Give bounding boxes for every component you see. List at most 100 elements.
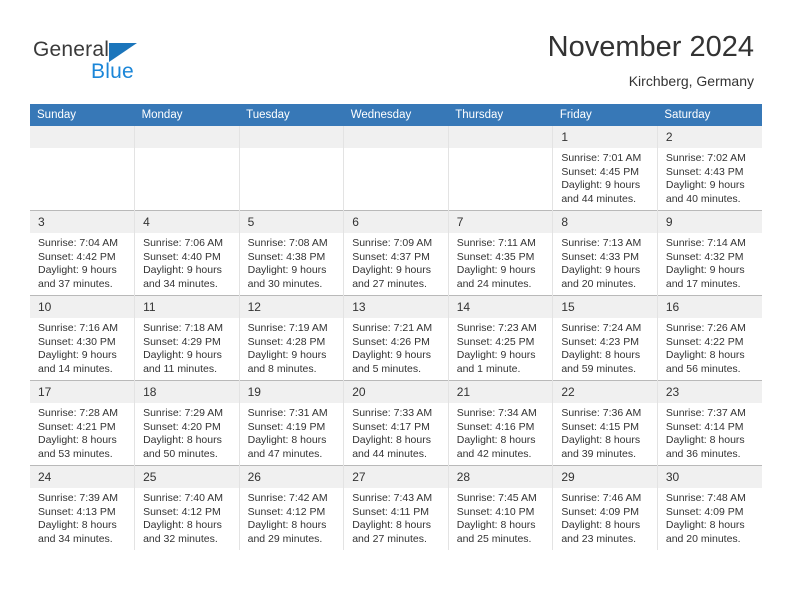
calendar-day-cell[interactable]: 8 Sunrise: 7:13 AM Sunset: 4:33 PM Daylight… (552, 210, 658, 296)
calendar-day-cell[interactable]: 21 Sunrise: 7:34 AM Sunset: 4:16 PM Dayligh… (447, 380, 553, 466)
day-details (344, 148, 448, 152)
day-detail-line: Sunrise: 7:23 AM (456, 322, 537, 334)
day-detail-line: Daylight: 8 hours (561, 349, 641, 361)
day-number: 30 (657, 466, 762, 488)
day-detail-line: Sunrise: 7:09 AM (352, 237, 433, 249)
calendar-day-cell[interactable]: 7 Sunrise: 7:11 AM Sunset: 4:35 PM Daylight… (447, 210, 553, 296)
day-detail-line: Sunrise: 7:40 AM (143, 492, 224, 504)
day-detail-line: Sunset: 4:40 PM (143, 250, 221, 263)
calendar-day-cell[interactable]: 6 Sunrise: 7:09 AM Sunset: 4:37 PM Daylight… (343, 210, 449, 296)
calendar-day-cell[interactable]: 4 Sunrise: 7:06 AM Sunset: 4:40 PM Daylight… (134, 210, 240, 296)
calendar-day-cell[interactable]: 12 Sunrise: 7:19 AM Sunset: 4:28 PM Dayligh… (238, 295, 344, 381)
day-detail-line: Sunset: 4:42 PM (38, 250, 116, 263)
day-detail-line: Sunrise: 7:29 AM (143, 407, 224, 419)
day-detail-line: and 59 minutes. (561, 362, 637, 375)
day-detail-line: Sunrise: 7:37 AM (665, 407, 746, 419)
day-number: 1 (553, 126, 657, 148)
day-detail-line: Sunrise: 7:45 AM (456, 492, 537, 504)
calendar-day-cell[interactable]: 2 Sunrise: 7:02 AM Sunset: 4:43 PM Daylight… (656, 126, 762, 211)
calendar-day-cell-empty (447, 126, 553, 211)
day-detail-line: Sunrise: 7:06 AM (143, 237, 224, 249)
general-blue-logo[interactable]: General Blue (33, 38, 193, 86)
day-detail-line: Sunrise: 7:08 AM (247, 237, 328, 249)
calendar-day-cell[interactable]: 9 Sunrise: 7:14 AM Sunset: 4:32 PM Daylight… (656, 210, 762, 296)
calendar-day-cell[interactable]: 16 Sunrise: 7:26 AM Sunset: 4:22 PM Dayligh… (656, 295, 762, 381)
day-detail-line: Sunset: 4:11 PM (352, 505, 430, 518)
day-detail-line: and 27 minutes. (352, 532, 427, 545)
day-details: Sunrise: 7:48 AM Sunset: 4:09 PM Daylight:… (658, 488, 762, 546)
day-number: 17 (30, 381, 135, 403)
day-detail-line: Sunrise: 7:46 AM (561, 492, 642, 504)
day-detail-line: Daylight: 8 hours (352, 519, 431, 531)
day-detail-line: Sunrise: 7:42 AM (247, 492, 328, 504)
weekday-header-thursday: Thursday (448, 104, 553, 126)
calendar-grid: Sunday Monday Tuesday Wednesday Thursday… (30, 104, 762, 550)
calendar-day-cell[interactable]: 26 Sunrise: 7:42 AM Sunset: 4:12 PM Dayligh… (238, 465, 344, 550)
day-detail-line: and 32 minutes. (143, 532, 218, 545)
calendar-day-cell[interactable]: 11 Sunrise: 7:18 AM Sunset: 4:29 PM Dayligh… (134, 295, 240, 381)
logo-text-blue: Blue (91, 60, 134, 83)
calendar-day-cell[interactable]: 3 Sunrise: 7:04 AM Sunset: 4:42 PM Daylight… (30, 210, 135, 296)
calendar-day-cell[interactable]: 29 Sunrise: 7:46 AM Sunset: 4:09 PM Dayligh… (552, 465, 658, 550)
day-number: 13 (344, 296, 448, 318)
weekday-header-monday: Monday (134, 104, 240, 126)
day-number: 10 (30, 296, 135, 318)
day-details: Sunrise: 7:09 AM Sunset: 4:37 PM Daylight:… (344, 233, 448, 291)
day-detail-line: Daylight: 8 hours (143, 519, 222, 531)
calendar-day-cell[interactable]: 14 Sunrise: 7:23 AM Sunset: 4:25 PM Dayligh… (447, 295, 553, 381)
day-detail-line: Sunrise: 7:43 AM (352, 492, 433, 504)
day-detail-line: Daylight: 8 hours (456, 519, 536, 531)
day-detail-line: Sunrise: 7:48 AM (665, 492, 746, 504)
day-detail-line: Sunset: 4:45 PM (561, 165, 639, 178)
page-title: November 2024 (547, 31, 754, 63)
calendar-day-cell[interactable]: 15 Sunrise: 7:24 AM Sunset: 4:23 PM Dayligh… (552, 295, 658, 381)
calendar-day-cell[interactable]: 24 Sunrise: 7:39 AM Sunset: 4:13 PM Dayligh… (30, 465, 135, 550)
day-detail-line: Daylight: 9 hours (38, 264, 117, 276)
day-detail-line: and 17 minutes. (665, 277, 741, 290)
day-detail-line: Sunrise: 7:24 AM (561, 322, 642, 334)
weekday-header-saturday: Saturday (657, 104, 762, 126)
day-detail-line: and 27 minutes. (352, 277, 427, 290)
calendar-week-row: 1 Sunrise: 7:01 AM Sunset: 4:45 PM Daylight… (30, 126, 762, 211)
calendar-day-cell[interactable]: 22 Sunrise: 7:36 AM Sunset: 4:15 PM Dayligh… (552, 380, 658, 466)
calendar-day-cell[interactable]: 18 Sunrise: 7:29 AM Sunset: 4:20 PM Dayligh… (134, 380, 240, 466)
day-detail-line: Daylight: 8 hours (665, 519, 745, 531)
day-detail-line: Daylight: 9 hours (352, 349, 431, 361)
day-number: 21 (448, 381, 553, 403)
day-detail-line: Daylight: 9 hours (247, 264, 327, 276)
day-detail-line: Daylight: 8 hours (665, 434, 745, 446)
calendar-day-cell[interactable]: 20 Sunrise: 7:33 AM Sunset: 4:17 PM Dayligh… (343, 380, 449, 466)
calendar-day-cell[interactable]: 30 Sunrise: 7:48 AM Sunset: 4:09 PM Dayligh… (656, 465, 762, 550)
day-detail-line: and 29 minutes. (247, 532, 323, 545)
day-detail-line: Sunrise: 7:02 AM (665, 152, 746, 164)
calendar-body: 1 Sunrise: 7:01 AM Sunset: 4:45 PM Daylight… (30, 126, 762, 550)
calendar-day-cell[interactable]: 1 Sunrise: 7:01 AM Sunset: 4:45 PM Daylight… (552, 126, 658, 211)
calendar-day-cell[interactable]: 5 Sunrise: 7:08 AM Sunset: 4:38 PM Daylight… (238, 210, 344, 296)
day-detail-line: Daylight: 9 hours (561, 179, 641, 191)
calendar-day-cell[interactable]: 23 Sunrise: 7:37 AM Sunset: 4:14 PM Dayligh… (656, 380, 762, 466)
day-detail-line: Sunrise: 7:33 AM (352, 407, 433, 419)
day-number: 20 (344, 381, 448, 403)
day-number: 7 (448, 211, 553, 233)
calendar-week-row: 10 Sunrise: 7:16 AM Sunset: 4:30 PM Dayligh… (30, 295, 762, 381)
day-number: 4 (135, 211, 239, 233)
day-detail-line: Daylight: 8 hours (38, 519, 117, 531)
day-detail-line: Sunrise: 7:18 AM (143, 322, 224, 334)
calendar-day-cell[interactable]: 19 Sunrise: 7:31 AM Sunset: 4:19 PM Dayligh… (238, 380, 344, 466)
calendar-day-cell[interactable]: 17 Sunrise: 7:28 AM Sunset: 4:21 PM Dayligh… (30, 380, 135, 466)
day-detail-line: Sunrise: 7:14 AM (665, 237, 746, 249)
day-detail-line: Sunset: 4:37 PM (352, 250, 430, 263)
day-number (344, 126, 448, 148)
calendar-day-cell[interactable]: 28 Sunrise: 7:45 AM Sunset: 4:10 PM Dayligh… (447, 465, 553, 550)
calendar-day-cell[interactable]: 10 Sunrise: 7:16 AM Sunset: 4:30 PM Dayligh… (30, 295, 135, 381)
calendar-day-cell[interactable]: 27 Sunrise: 7:43 AM Sunset: 4:11 PM Dayligh… (343, 465, 449, 550)
calendar-day-cell[interactable]: 25 Sunrise: 7:40 AM Sunset: 4:12 PM Dayligh… (134, 465, 240, 550)
day-details: Sunrise: 7:33 AM Sunset: 4:17 PM Daylight:… (344, 403, 448, 461)
day-number: 6 (344, 211, 448, 233)
day-details: Sunrise: 7:46 AM Sunset: 4:09 PM Daylight:… (553, 488, 657, 546)
weekday-header-tuesday: Tuesday (239, 104, 344, 126)
day-detail-line: and 25 minutes. (456, 532, 532, 545)
day-detail-line: Sunset: 4:14 PM (665, 420, 744, 433)
day-details: Sunrise: 7:43 AM Sunset: 4:11 PM Daylight:… (344, 488, 448, 546)
calendar-day-cell[interactable]: 13 Sunrise: 7:21 AM Sunset: 4:26 PM Dayligh… (343, 295, 449, 381)
